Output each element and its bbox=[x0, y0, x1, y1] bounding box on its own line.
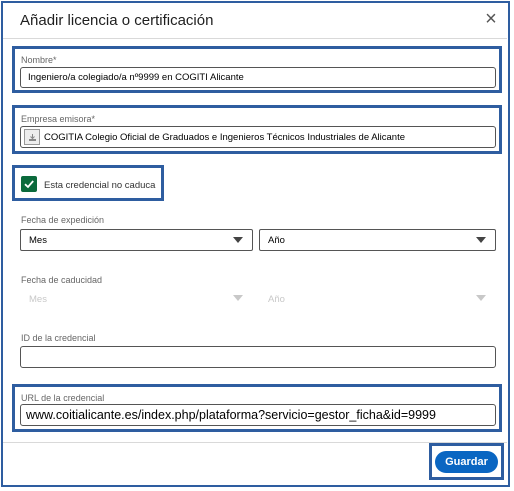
issue-date-label: Fecha de expedición bbox=[21, 215, 105, 225]
no-expiry-checkbox[interactable] bbox=[21, 176, 37, 192]
name-label: Nombre* bbox=[21, 55, 57, 65]
dialog-title: Añadir licencia o certificación bbox=[20, 12, 214, 29]
company-logo-placeholder-icon bbox=[24, 129, 40, 145]
credential-url-input[interactable]: www.coitialicante.es/index.php/plataform… bbox=[20, 404, 496, 426]
no-expiry-label: Esta credencial no caduca bbox=[44, 180, 156, 191]
header-divider bbox=[3, 38, 507, 39]
issuer-input[interactable]: COGITIA Colegio Oficial de Graduados e I… bbox=[20, 126, 496, 148]
expiry-year-select: Año bbox=[259, 289, 496, 309]
save-button[interactable]: Guardar bbox=[435, 451, 498, 473]
expiry-year-value: Año bbox=[268, 293, 285, 305]
issue-year-value: Año bbox=[268, 234, 285, 246]
credential-id-label: ID de la credencial bbox=[21, 333, 96, 343]
chevron-down-icon bbox=[233, 295, 243, 301]
expiry-month-value: Mes bbox=[29, 293, 47, 305]
name-input[interactable]: Ingeniero/a colegiado/a nº9999 en COGITI… bbox=[20, 67, 496, 88]
expiry-month-select: Mes bbox=[20, 289, 253, 309]
issue-month-value: Mes bbox=[29, 234, 47, 246]
credential-id-input[interactable] bbox=[20, 346, 496, 368]
issue-year-select[interactable]: Año bbox=[259, 229, 496, 251]
close-icon[interactable]: × bbox=[482, 9, 500, 29]
chevron-down-icon bbox=[476, 237, 486, 243]
checkmark-icon bbox=[24, 180, 34, 189]
issue-month-select[interactable]: Mes bbox=[20, 229, 253, 251]
chevron-down-icon bbox=[233, 237, 243, 243]
expiry-date-label: Fecha de caducidad bbox=[21, 275, 103, 285]
chevron-down-icon bbox=[476, 295, 486, 301]
credential-url-label: URL de la credencial bbox=[21, 393, 105, 403]
issuer-label: Empresa emisora* bbox=[21, 114, 96, 124]
issuer-value: COGITIA Colegio Oficial de Graduados e I… bbox=[44, 131, 406, 143]
